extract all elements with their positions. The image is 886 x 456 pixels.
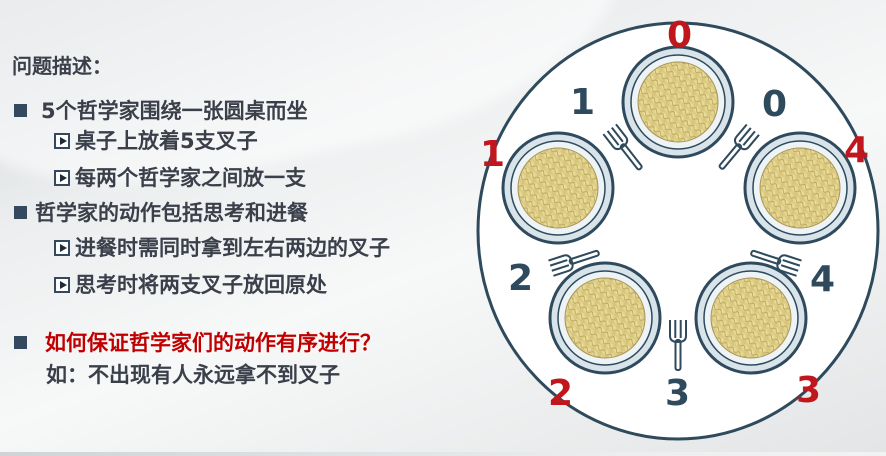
philosopher-label-2: 2	[508, 258, 533, 299]
bullet-1: 5个哲学家围绕一张圆桌而坐	[14, 95, 308, 125]
arrow-bullet-icon	[54, 170, 70, 186]
table-svg: 1 0 2 4 3 0 1 4 2 3	[476, 15, 880, 441]
plate-3	[548, 261, 662, 375]
plate-4	[501, 131, 615, 245]
plate-0	[621, 45, 735, 159]
philosopher-label-1: 1	[570, 82, 595, 123]
arrow-bullet-icon	[54, 277, 70, 293]
philosopher-label-0: 0	[762, 84, 787, 125]
sub-bullet-1: 桌子上放着5支叉子	[54, 125, 258, 155]
problem-description: 问题描述： 5个哲学家围绕一张圆桌而坐 桌子上放着5支叉子 每两个哲学家之间放一…	[0, 0, 500, 452]
sub-bullet-4: 思考时将两支叉子放回原处	[54, 269, 327, 299]
sub-bullet-2: 每两个哲学家之间放一支	[54, 162, 306, 192]
fork-label-2: 2	[548, 373, 573, 414]
fork-label-0: 0	[667, 15, 692, 56]
square-bullet-icon	[14, 104, 27, 117]
arrow-bullet-icon	[54, 133, 70, 149]
square-bullet-icon	[14, 206, 27, 219]
philosopher-label-4: 4	[810, 259, 835, 300]
example-line: 如：不出现有人永远拿不到叉子	[46, 363, 340, 387]
arrow-bullet-icon	[54, 240, 70, 256]
plate-2	[694, 261, 808, 375]
dining-philosophers-diagram: 1 0 2 4 3 0 1 4 2 3	[470, 0, 886, 452]
question-line: 如何保证哲学家们的动作有序进行？	[14, 327, 381, 357]
square-bullet-icon	[14, 336, 27, 349]
plate-1	[743, 131, 857, 245]
philosopher-label-3: 3	[665, 373, 690, 414]
heading: 问题描述：	[12, 54, 112, 78]
bullet-2: 哲学家的动作包括思考和进餐	[14, 197, 308, 227]
fork-label-1: 1	[480, 134, 505, 175]
sub-bullet-3: 进餐时需同时拿到左右两边的叉子	[54, 232, 390, 262]
fork-label-4: 4	[844, 130, 869, 171]
fork-label-3: 3	[796, 370, 821, 411]
